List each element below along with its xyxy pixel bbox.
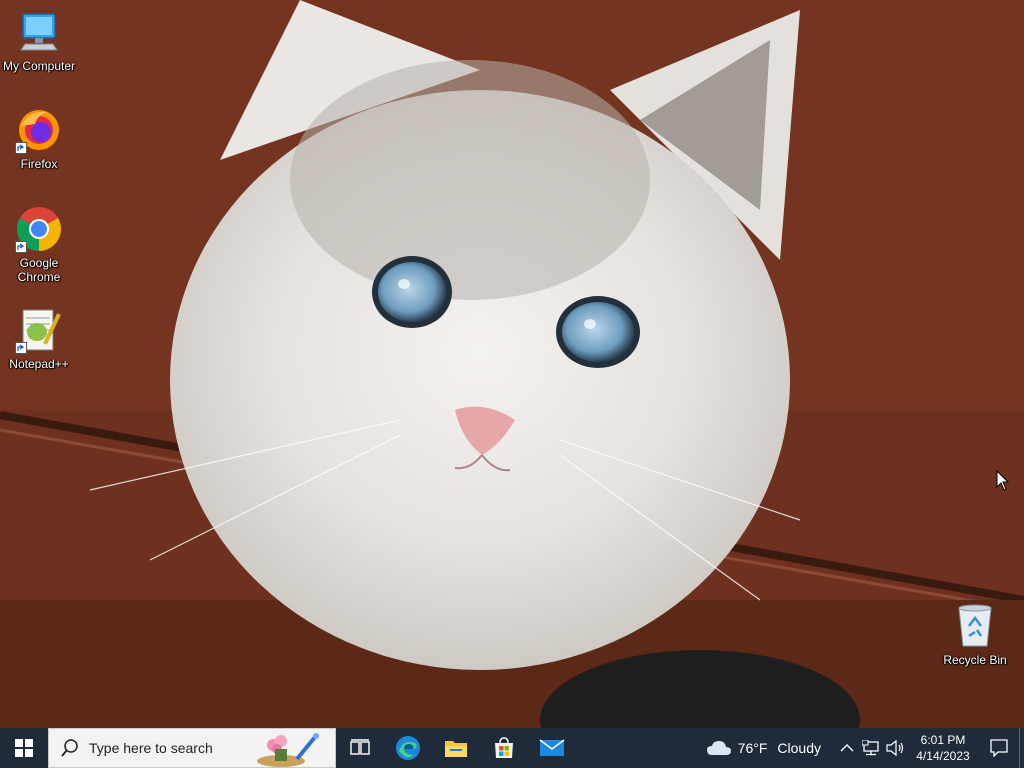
desktop-icon-notepadpp[interactable]: Notepad++ — [0, 306, 78, 371]
weather-widget[interactable]: 76°F Cloudy — [706, 739, 821, 757]
system-tray: 76°F Cloudy 6:01 PM 4/14/2023 — [706, 728, 1024, 768]
task-view-button[interactable] — [336, 728, 384, 768]
show-desktop-button[interactable] — [1019, 728, 1024, 768]
action-center-button[interactable] — [979, 728, 1019, 768]
taskbar: Type here to search 76°F Cloudy 6:01 PM … — [0, 728, 1024, 768]
desktop-icon-label: Notepad++ — [9, 357, 69, 371]
task-view-icon — [350, 739, 370, 755]
clock-date: 4/14/2023 — [916, 749, 970, 763]
taskbar-mail[interactable] — [528, 728, 576, 768]
desktop-icon-chrome[interactable]: Google Chrome — [0, 205, 78, 284]
weather-temperature: 76°F — [737, 740, 768, 756]
chrome-icon — [15, 205, 63, 253]
desktop-icon-label: My Computer — [2, 59, 76, 73]
desktop-icon-recycle-bin[interactable]: Recycle Bin — [936, 602, 1014, 667]
cloud-icon — [706, 741, 731, 755]
taskbar-search-box[interactable]: Type here to search — [48, 728, 336, 768]
volume-button[interactable] — [883, 728, 907, 768]
taskbar-store[interactable] — [480, 728, 528, 768]
desktop-icon-my-computer[interactable]: My Computer — [0, 8, 78, 73]
mouse-cursor-icon — [996, 469, 1010, 497]
network-button[interactable] — [859, 728, 883, 768]
computer-icon — [15, 8, 63, 56]
recycle-bin-icon — [951, 602, 999, 650]
network-icon — [862, 740, 879, 756]
wallpaper-kitten-image — [0, 0, 1024, 728]
store-icon — [495, 737, 513, 758]
mail-icon — [539, 739, 565, 756]
weather-condition: Cloudy — [777, 740, 821, 756]
firefox-icon — [15, 106, 63, 154]
shortcut-arrow-icon — [15, 241, 27, 253]
search-placeholder: Type here to search — [89, 740, 213, 756]
desktop-icon-label: Recycle Bin — [943, 653, 1007, 667]
search-highlight-icon — [257, 733, 319, 767]
file-explorer-icon — [445, 741, 467, 757]
shortcut-arrow-icon — [15, 342, 27, 354]
taskbar-edge[interactable] — [384, 728, 432, 768]
desktop-icon-firefox[interactable]: Firefox — [0, 106, 78, 171]
chevron-up-icon — [840, 744, 854, 752]
desktop-icon-label: Firefox — [20, 157, 58, 171]
notepadpp-icon — [15, 306, 63, 354]
show-hidden-icons-button[interactable] — [835, 728, 859, 768]
desktop-wallpaper — [0, 0, 1024, 728]
windows-logo-icon — [15, 739, 33, 757]
taskbar-file-explorer[interactable] — [432, 728, 480, 768]
shortcut-arrow-icon — [15, 142, 27, 154]
clock-time: 6:01 PM — [920, 733, 966, 747]
notification-icon — [990, 739, 1008, 757]
start-button[interactable] — [0, 728, 48, 768]
edge-icon — [396, 736, 420, 760]
search-icon — [61, 739, 78, 757]
taskbar-clock[interactable]: 6:01 PM 4/14/2023 — [907, 732, 979, 764]
desktop-icon-label: Google Chrome — [17, 256, 61, 284]
volume-icon — [886, 740, 904, 756]
